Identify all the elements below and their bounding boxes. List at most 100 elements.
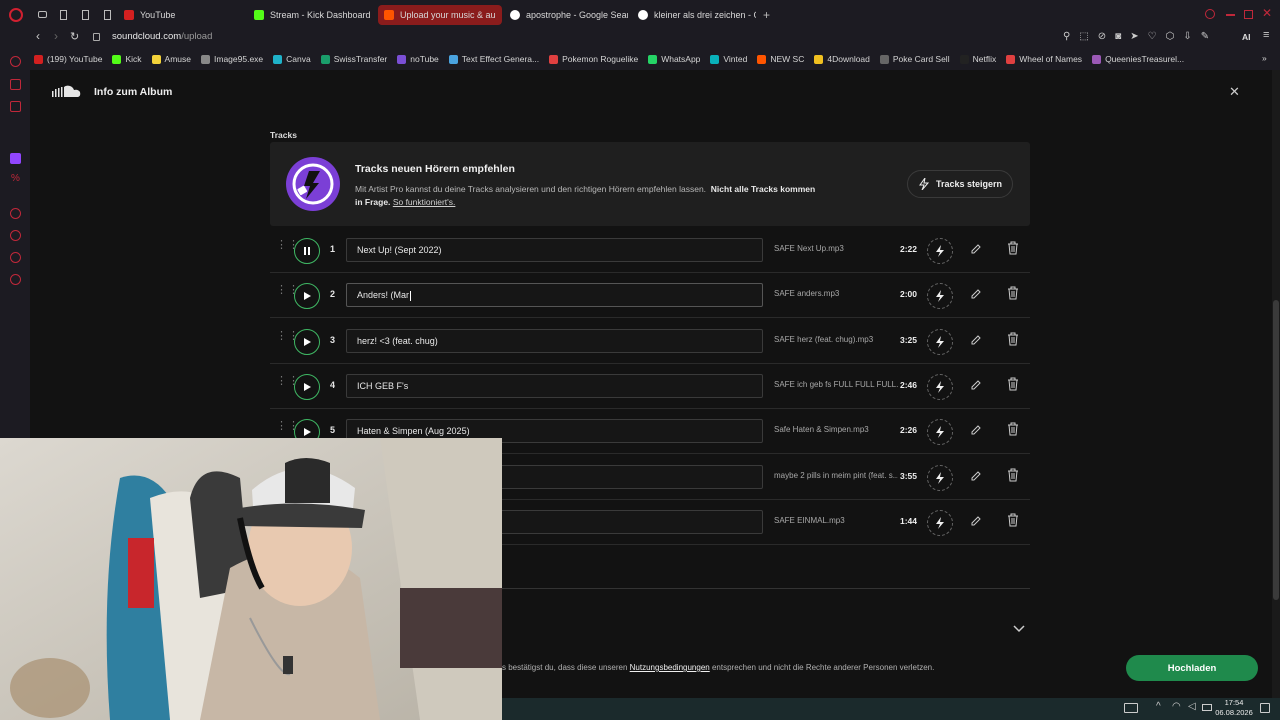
soundcloud-logo-icon[interactable] [52, 85, 82, 103]
clock-date[interactable]: 06.08.2026 [1214, 708, 1254, 717]
pause-button[interactable] [294, 238, 320, 264]
boost-track-button[interactable] [927, 419, 953, 446]
tab-google-apostrophe[interactable]: apostrophe - Google Sear [510, 5, 628, 25]
bookmark-item[interactable]: Vinted [710, 54, 747, 64]
pen-icon[interactable]: ✎ [1201, 31, 1218, 42]
bookmark-item[interactable]: NEW SC [757, 54, 804, 64]
maximize-button[interactable] [1244, 10, 1253, 19]
notification-icon[interactable] [1260, 703, 1270, 713]
delete-trash-icon[interactable] [1007, 513, 1019, 532]
keyboard-icon[interactable] [1124, 703, 1138, 713]
sidebar-twitch-icon[interactable] [10, 153, 21, 164]
drag-handle-icon[interactable]: ⋮⋮ [276, 330, 299, 348]
edit-pencil-icon[interactable] [970, 378, 982, 396]
edit-pencil-icon[interactable] [970, 469, 982, 487]
bookmark-item[interactable]: Canva [273, 54, 311, 64]
opera-logo-icon[interactable] [9, 8, 23, 22]
boost-track-button[interactable] [927, 464, 953, 491]
send-icon[interactable]: ➤ [1130, 31, 1147, 42]
terms-link[interactable]: Nutzungsbedingungen [630, 663, 710, 672]
bookmark-item[interactable]: QueeniesTreasurel... [1092, 54, 1184, 64]
delete-trash-icon[interactable] [1007, 241, 1019, 260]
bookmarks-more-icon[interactable]: » [1262, 53, 1267, 63]
close-window-button[interactable]: ✕ [1262, 6, 1272, 20]
play-button[interactable] [294, 283, 320, 310]
boost-track-button[interactable] [927, 238, 953, 264]
chevron-down-icon[interactable] [1013, 620, 1025, 638]
edit-pencil-icon[interactable] [970, 333, 982, 351]
sidebar-history-icon[interactable] [10, 230, 21, 241]
bookmark-item[interactable]: Wheel of Names [1006, 54, 1082, 64]
forward-icon[interactable]: › [54, 29, 58, 43]
upload-button[interactable]: Hochladen [1126, 655, 1258, 681]
boost-tracks-button[interactable]: Tracks steigern [907, 170, 1013, 198]
bookmark-item[interactable]: SwissTransfer [320, 54, 387, 64]
camera-icon[interactable]: ◙ [1115, 31, 1130, 42]
tray-chevron-icon[interactable]: ^ [1156, 701, 1161, 712]
bookmark-item[interactable]: Text Effect Genera... [448, 54, 539, 64]
scrollbar-thumb[interactable] [1273, 300, 1279, 600]
new-tab-button[interactable]: + [763, 8, 770, 22]
drag-handle-icon[interactable]: ⋮⋮ [276, 240, 299, 257]
volume-icon[interactable]: ◁ [1188, 701, 1196, 712]
extensions-icon[interactable]: ⬡ [1166, 31, 1184, 42]
wifi-icon[interactable]: ◠ [1172, 701, 1181, 712]
menu-icon[interactable]: ≡ [1263, 29, 1269, 41]
play-button[interactable] [294, 373, 320, 400]
minimize-button[interactable] [1226, 14, 1235, 16]
track-title-input[interactable]: Next Up! (Sept 2022) [346, 238, 763, 262]
bookmark-item[interactable]: Pokemon Roguelike [549, 54, 638, 64]
track-title-input[interactable]: ICH GEB F's [346, 373, 763, 398]
drag-handle-icon[interactable]: ⋮⋮ [276, 375, 299, 393]
delete-trash-icon[interactable] [1007, 377, 1019, 396]
edit-pencil-icon[interactable] [970, 423, 982, 441]
edit-pencil-icon[interactable] [970, 242, 982, 260]
delete-trash-icon[interactable] [1007, 422, 1019, 441]
how-it-works-link[interactable]: So funktioniert's. [393, 197, 456, 207]
boost-track-button[interactable] [927, 328, 953, 355]
clock-time[interactable]: 17:54 [1214, 698, 1254, 707]
bookmark-item[interactable]: noTube [397, 54, 439, 64]
edit-pencil-icon[interactable] [970, 514, 982, 532]
bookmark-item[interactable]: (199) YouTube [34, 54, 102, 64]
pin-icon[interactable]: ⚲ [1063, 31, 1079, 42]
heart-icon[interactable]: ♡ [1148, 31, 1166, 42]
sidebar-whatsapp-icon[interactable] [10, 101, 21, 112]
tab-soundcloud-upload[interactable]: Upload your music & au [378, 5, 502, 25]
delete-trash-icon[interactable] [1007, 468, 1019, 487]
tab-google-kleiner[interactable]: kleiner als drei zeichen - G [638, 5, 756, 25]
adblock-icon[interactable]: ⊘ [1098, 31, 1115, 42]
screenshot-icon[interactable]: ⬚ [1079, 31, 1097, 42]
tab-youtube[interactable]: YouTube [124, 5, 244, 25]
drag-handle-icon[interactable]: ⋮⋮ [276, 285, 299, 302]
drag-handle-icon[interactable]: ⋮⋮ [276, 421, 299, 438]
ai-button[interactable]: AI [1242, 32, 1251, 42]
tab-icon-2[interactable] [60, 10, 67, 20]
sidebar-settings-icon[interactable] [10, 274, 21, 285]
sidebar-extensions-icon[interactable] [10, 252, 21, 263]
tab-kick[interactable]: Stream - Kick Dashboard [254, 5, 374, 25]
sidebar-percent-icon[interactable]: % [11, 173, 20, 184]
close-dialog-icon[interactable]: ✕ [1229, 84, 1240, 100]
boost-track-button[interactable] [927, 373, 953, 400]
edit-pencil-icon[interactable] [970, 287, 982, 305]
delete-trash-icon[interactable] [1007, 332, 1019, 351]
bookmark-item[interactable]: Poke Card Sell [879, 54, 950, 64]
tab-icon-3[interactable] [82, 10, 89, 20]
tab-icon-4[interactable] [104, 10, 111, 20]
delete-trash-icon[interactable] [1007, 286, 1019, 305]
boost-track-button[interactable] [927, 283, 953, 310]
track-title-input[interactable]: herz! <3 (feat. chug) [346, 328, 763, 353]
track-title-input-focused[interactable]: Anders! (Mar [346, 283, 763, 308]
battery-icon[interactable] [1202, 704, 1212, 711]
sidebar-play-icon[interactable] [10, 208, 21, 219]
bookmark-item[interactable]: 4Download [814, 54, 870, 64]
reload-icon[interactable]: ↻ [70, 30, 79, 43]
bookmark-item[interactable]: Kick [112, 54, 142, 64]
sidebar-aria-icon[interactable] [10, 56, 21, 67]
sidebar-mail-icon[interactable] [10, 79, 21, 90]
search-icon[interactable] [1205, 9, 1215, 19]
bookmark-item[interactable]: Image95.exe [201, 54, 263, 64]
bookmark-item[interactable]: Amuse [151, 54, 191, 64]
url-field[interactable]: soundcloud.com/upload [112, 31, 212, 42]
